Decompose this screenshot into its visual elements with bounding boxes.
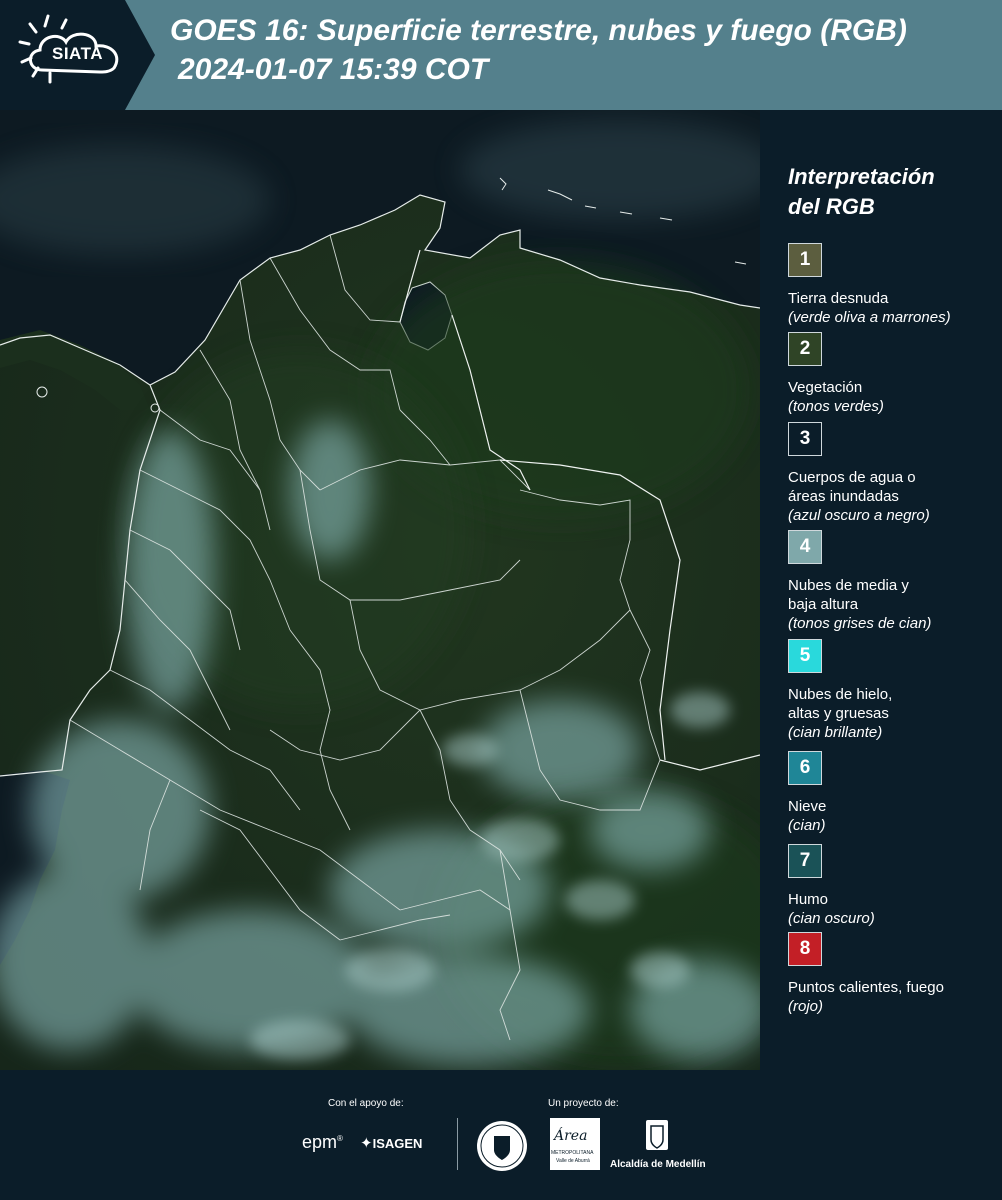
legend-item-4: 4 Nubes de media y baja altura (tonos gris… xyxy=(788,530,998,633)
isagen-logo: ✦ISAGEN xyxy=(360,1135,423,1152)
legend-item-2: 2 Vegetación (tonos verdes) xyxy=(788,332,998,416)
legend-description: (cian oscuro) xyxy=(788,910,875,927)
legend-label: Nubes de media y baja altura xyxy=(788,577,909,613)
legend-description: (cian) xyxy=(788,817,826,834)
siata-logo: SIATA xyxy=(0,0,170,110)
epm-logo: epm® xyxy=(302,1132,343,1152)
legend-panel: Interpretación del RGB 1 Tierra desnuda (v… xyxy=(760,110,1002,1070)
legend-item-6: 6 Nieve (cian) xyxy=(788,751,998,835)
legend-swatch: 5 xyxy=(788,639,822,673)
legend-swatch: 4 xyxy=(788,530,822,564)
legend-description: (tonos grises de cian) xyxy=(788,615,932,632)
legend-swatch: 7 xyxy=(788,844,822,878)
legend-description: (rojo) xyxy=(788,998,824,1015)
legend-description: (tonos verdes) xyxy=(788,398,884,415)
legend-item-5: 5 Nubes de hielo, altas y gruesas (cian br… xyxy=(788,639,998,742)
legend-title: Interpretación del RGB xyxy=(788,164,935,219)
legend-label: Puntos calientes, fuego xyxy=(788,979,944,996)
area-metropolitana-logo: Área METROPOLITANA Valle de Aburrá xyxy=(550,1118,600,1170)
legend-swatch: 1 xyxy=(788,243,822,277)
legend-label: Vegetación xyxy=(788,379,863,396)
legend-description: (verde oliva a marrones) xyxy=(788,309,951,326)
footer: Con el apoyo de: Un proyecto de: epm® ✦I… xyxy=(0,1070,1002,1200)
timestamp: 2024-01-07 15:39 COT xyxy=(178,53,489,86)
epm-logo-text: epm xyxy=(302,1132,338,1152)
legend-item-1: 1 Tierra desnuda (verde oliva a marrones) xyxy=(788,243,998,327)
page-title: GOES 16: Superficie terrestre, nubes y f… xyxy=(170,14,907,47)
legend-label: Nieve xyxy=(788,798,827,815)
legend-swatch: 3 xyxy=(788,422,822,456)
medellin-coat-of-arms-icon xyxy=(646,1120,668,1150)
legend-swatch: 2 xyxy=(788,332,822,366)
footer-divider xyxy=(457,1118,458,1170)
legend-item-7: 7 Humo (cian oscuro) xyxy=(788,844,998,928)
legend-swatch: 8 xyxy=(788,932,822,966)
legend-description: (cian brillante) xyxy=(788,724,883,741)
legend-item-3: 3 Cuerpos de agua o áreas inundadas (azul … xyxy=(788,422,998,525)
map-graphic xyxy=(0,110,760,1070)
alcaldia-text: Alcaldía de Medellín xyxy=(610,1159,706,1170)
area-metro-subtext: Valle de Aburrá xyxy=(556,1158,590,1164)
project-label: Un proyecto de: xyxy=(548,1098,619,1109)
legend-label: Tierra desnuda xyxy=(788,290,889,307)
legend-label: Nubes de hielo, altas y gruesas xyxy=(788,686,893,722)
support-label: Con el apoyo de: xyxy=(328,1098,404,1109)
legend-label: Humo xyxy=(788,891,829,908)
legend-swatch: 6 xyxy=(788,751,822,785)
legend-description: (azul oscuro a negro) xyxy=(788,507,930,524)
logo-text: SIATA xyxy=(52,44,103,63)
university-seal-icon xyxy=(477,1121,527,1171)
legend-label: Cuerpos de agua o áreas inundadas xyxy=(788,469,916,505)
header-bar: SIATA GOES 16: Superficie terrestre, nub… xyxy=(0,0,1002,110)
isagen-logo-text: ISAGEN xyxy=(372,1136,423,1151)
legend-item-8: 8 Puntos calientes, fuego (rojo) xyxy=(788,932,998,1016)
satellite-map xyxy=(0,110,760,1070)
area-metro-text: METROPOLITANA xyxy=(551,1150,594,1156)
